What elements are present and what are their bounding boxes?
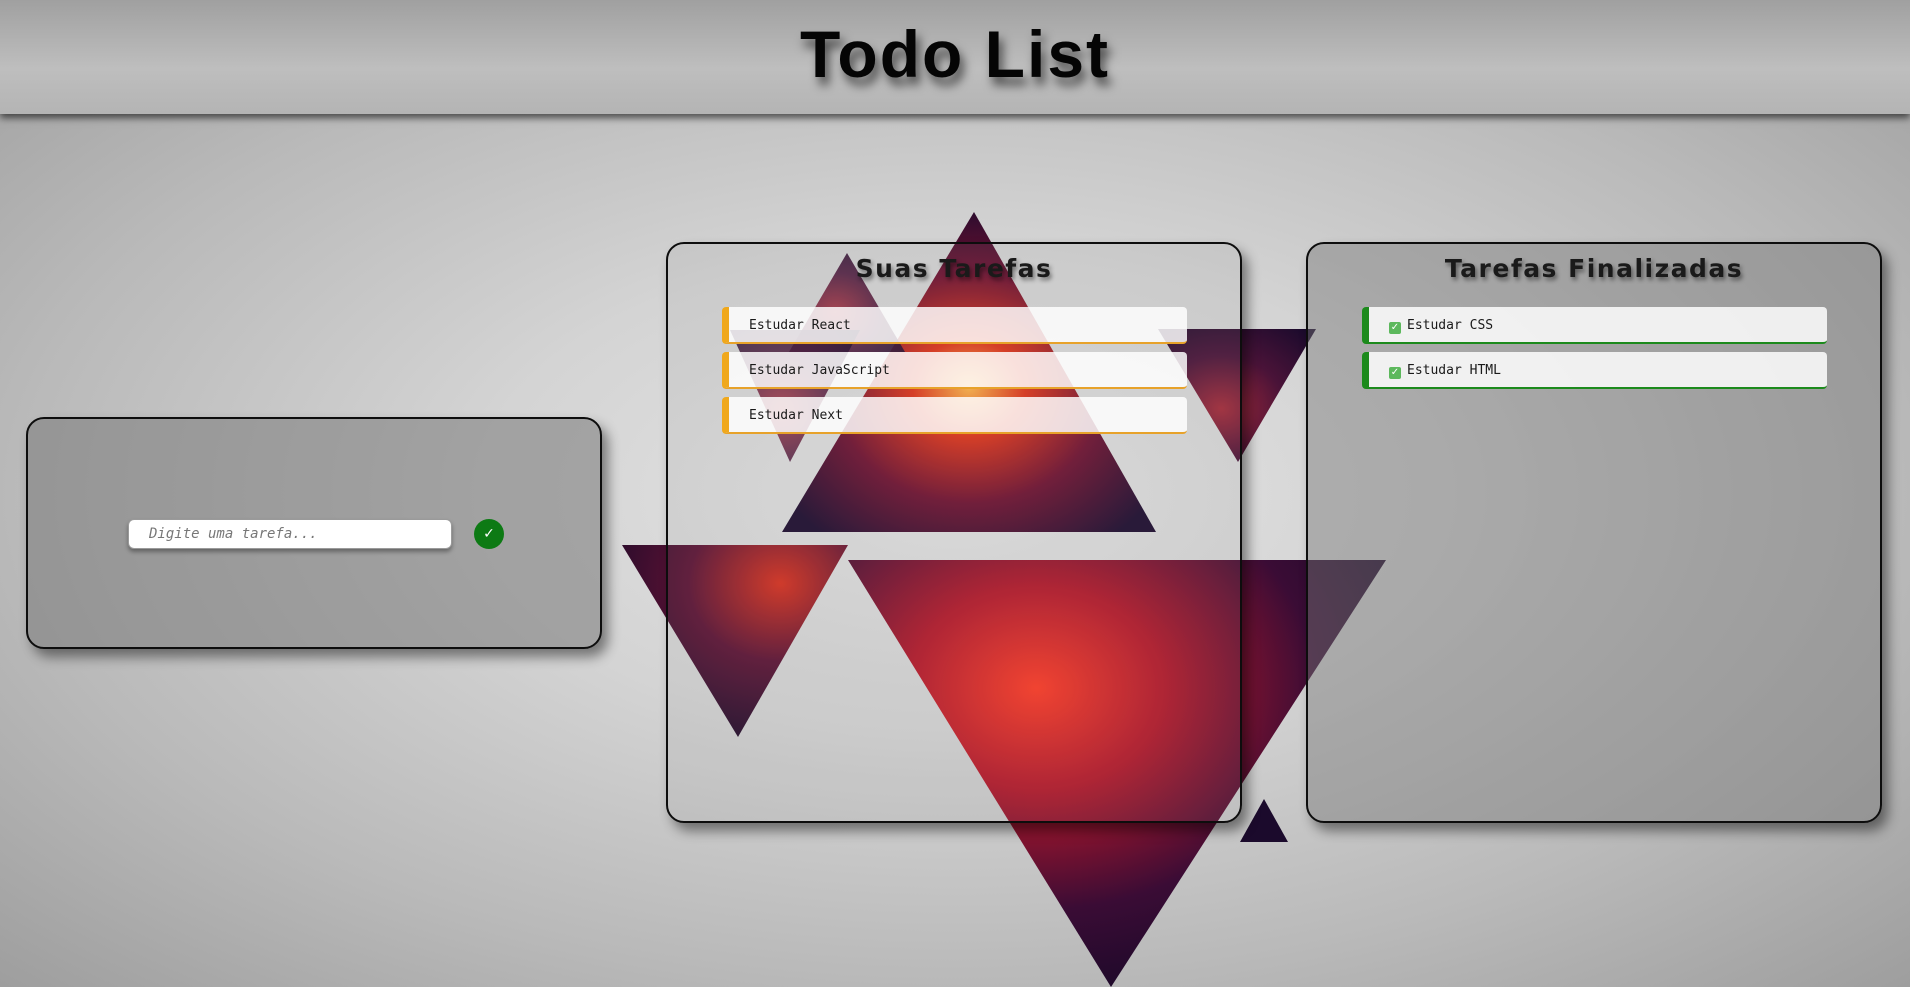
pending-task-item[interactable]: Estudar JavaScript — [722, 352, 1187, 389]
pending-tasks-panel: Suas Tarefas Estudar React Estudar JavaS… — [666, 242, 1242, 823]
task-label: Estudar HTML — [1407, 363, 1501, 378]
finished-tasks-panel: Tarefas Finalizadas ✓ Estudar CSS ✓ Estuda… — [1306, 242, 1882, 823]
add-task-button[interactable]: ✓ — [474, 519, 504, 549]
check-icon: ✓ — [483, 526, 495, 542]
task-input[interactable] — [128, 519, 452, 549]
check-box-icon: ✓ — [1389, 322, 1401, 334]
task-label: Estudar JavaScript — [749, 363, 890, 378]
pending-task-list: Estudar React Estudar JavaScript Estudar… — [722, 307, 1187, 442]
pending-task-item[interactable]: Estudar Next — [722, 397, 1187, 434]
finished-task-item[interactable]: ✓ Estudar HTML — [1362, 352, 1827, 389]
finished-tasks-title: Tarefas Finalizadas — [1444, 254, 1744, 283]
finished-task-item[interactable]: ✓ Estudar CSS — [1362, 307, 1827, 344]
triangle-small-bottom-right — [1240, 799, 1288, 842]
check-box-icon: ✓ — [1389, 367, 1401, 379]
new-task-panel: ✓ — [26, 417, 602, 649]
task-label: Estudar Next — [749, 408, 843, 423]
task-label: Estudar CSS — [1407, 318, 1494, 333]
pending-tasks-title: Suas Tarefas — [855, 254, 1053, 283]
app-title: Todo List — [799, 17, 1111, 91]
pending-task-item[interactable]: Estudar React — [722, 307, 1187, 344]
app-header: Todo List — [0, 0, 1910, 114]
task-label: Estudar React — [749, 318, 851, 333]
finished-task-list: ✓ Estudar CSS ✓ Estudar HTML — [1362, 307, 1827, 397]
